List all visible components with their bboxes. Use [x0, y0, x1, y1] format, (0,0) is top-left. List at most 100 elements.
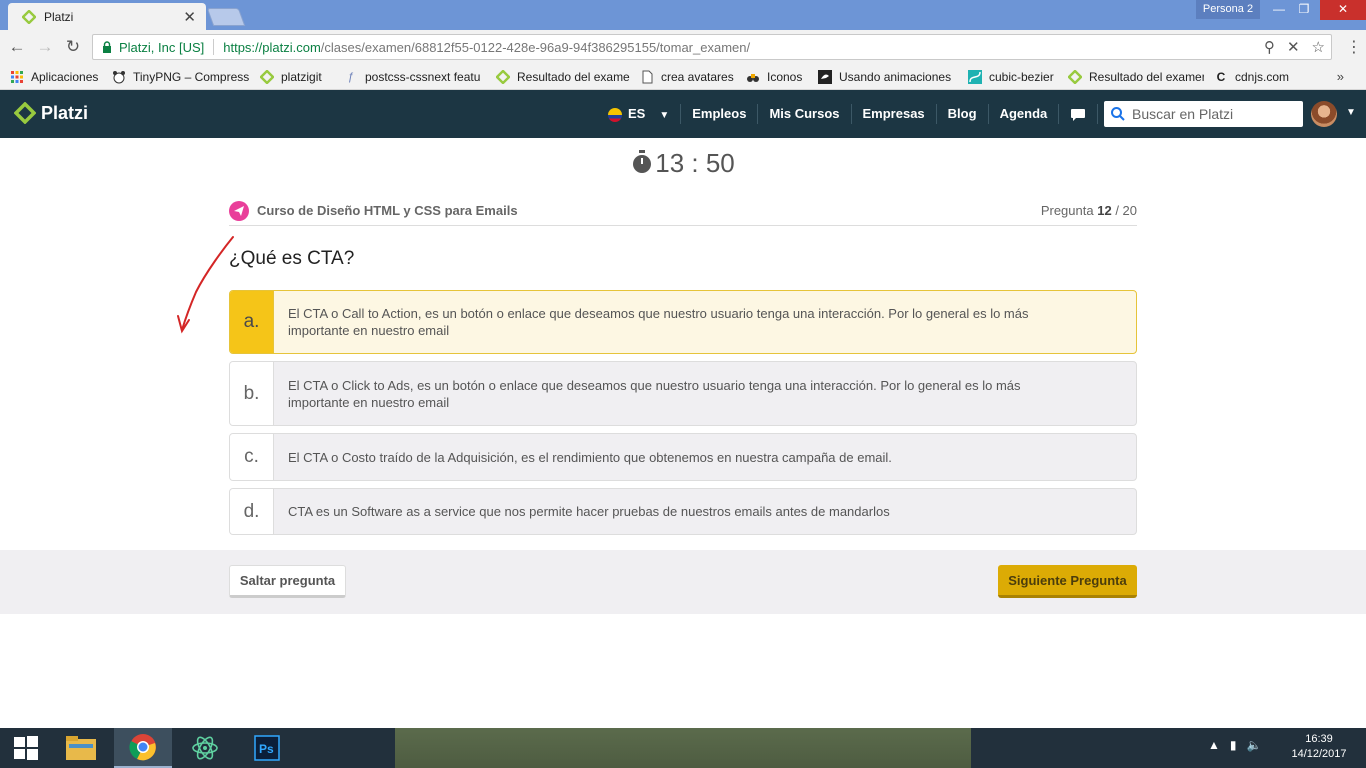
maximize-icon[interactable]: ❐: [1287, 0, 1321, 20]
search-placeholder: Buscar en Platzi: [1132, 106, 1234, 122]
volume-icon[interactable]: 🔈: [1247, 738, 1262, 752]
reload-icon[interactable]: ↻: [62, 36, 84, 58]
bookmark-label: Resultado del examen: [1089, 69, 1204, 84]
profile-button[interactable]: Persona 2: [1196, 0, 1260, 19]
next-question-button[interactable]: Siguiente Pregunta: [998, 565, 1137, 598]
stopwatch-icon: [633, 150, 652, 173]
close-window-icon[interactable]: ✕: [1320, 0, 1366, 20]
nav-empresas[interactable]: Empresas: [852, 104, 937, 124]
question-counter: Pregunta 12 / 20: [1041, 203, 1137, 218]
bookmark-cubic-bezier[interactable]: cubic-bezier: [968, 69, 1058, 84]
battery-icon[interactable]: ▮: [1230, 738, 1237, 752]
option-letter: a.: [230, 291, 274, 353]
option-letter: c.: [230, 434, 274, 480]
platzi-icon: [1068, 69, 1082, 84]
atom-icon: [192, 736, 218, 760]
nav-empleos[interactable]: Empleos: [681, 104, 759, 124]
avatar[interactable]: [1311, 101, 1337, 127]
course-name: Curso de Diseño HTML y CSS para Emails: [257, 203, 518, 218]
clock-time: 16:39: [1305, 733, 1333, 745]
bookmark-cdnjs[interactable]: C cdnjs.com: [1214, 70, 1304, 84]
platzi-icon: [496, 69, 510, 84]
back-icon[interactable]: ←: [6, 36, 28, 58]
address-bar[interactable]: Platzi, Inc [US] https://platzi.com /cla…: [92, 34, 1332, 60]
platzi-favicon-icon: [22, 9, 36, 24]
bookmark-label: postcss-cssnext featu: [365, 69, 481, 84]
search-box[interactable]: Buscar en Platzi: [1104, 101, 1303, 127]
platzi-logo-icon: [14, 102, 36, 124]
bookmark-label: Aplicaciones: [31, 69, 99, 84]
url-path: /clases/examen/68812f55-0122-428e-96a9-9…: [320, 39, 751, 55]
option-a[interactable]: a. El CTA o Call to Action, es un botón …: [229, 290, 1137, 354]
taskbar-atom[interactable]: [176, 728, 234, 768]
more-bookmarks-icon[interactable]: »: [1337, 69, 1344, 84]
bookmark-resultado-1[interactable]: Resultado del examen: [496, 69, 630, 84]
start-button[interactable]: [0, 728, 52, 768]
question-total: / 20: [1115, 203, 1137, 218]
bookmark-avatares[interactable]: crea avatares: [640, 70, 736, 84]
bookmark-iconos[interactable]: Iconos: [746, 70, 808, 84]
nav-agenda[interactable]: Agenda: [989, 104, 1060, 124]
exam-timer: 13 : 50: [0, 148, 1366, 179]
bookmark-apps[interactable]: Aplicaciones: [10, 70, 102, 84]
option-b[interactable]: b. El CTA o Click to Ads, es un botón o …: [229, 361, 1137, 426]
option-text: El CTA o Click to Ads, es un botón o enl…: [288, 377, 1021, 410]
question-text: ¿Qué es CTA?: [229, 248, 355, 269]
forward-icon[interactable]: →: [34, 36, 56, 58]
bookmark-platzigit[interactable]: platzigit: [260, 69, 334, 84]
skip-question-button[interactable]: Saltar pregunta: [229, 565, 346, 598]
question-counter-prefix: Pregunta: [1040, 203, 1094, 218]
taskbar-clock[interactable]: 16:39 14/12/2017: [1284, 732, 1354, 762]
panda-icon: [113, 70, 125, 83]
question-current: 12: [1097, 203, 1112, 218]
colombia-flag-icon: [608, 107, 622, 122]
bookmark-label: Usando animaciones: [839, 69, 952, 84]
new-tab-button[interactable]: [206, 8, 246, 26]
course-bar: Curso de Diseño HTML y CSS para Emails P…: [229, 196, 1137, 226]
bookmark-tinypng[interactable]: TinyPNG – Compress: [112, 70, 250, 84]
zoom-search-icon[interactable]: ⚲: [1264, 38, 1275, 56]
search-icon: [1111, 107, 1125, 121]
folder-icon: [66, 736, 96, 760]
bookmark-resultado-2[interactable]: Resultado del examen: [1068, 69, 1204, 84]
chat-bubble-icon: [1071, 108, 1086, 121]
omnibox-divider: [213, 39, 215, 55]
taskbar-file-explorer[interactable]: [52, 728, 110, 768]
bird-icon: [818, 69, 832, 84]
exam-footer: [0, 550, 1366, 614]
close-tab-icon[interactable]: ✕: [183, 8, 196, 26]
taskbar-photoshop[interactable]: Ps: [238, 728, 296, 768]
bookmark-label: cdnjs.com: [1235, 69, 1290, 84]
clock-date: 14/12/2017: [1291, 748, 1347, 760]
course-badge-icon: [229, 200, 249, 221]
chevron-down-icon: ▼: [659, 110, 670, 121]
platzi-logo[interactable]: Platzi: [14, 102, 88, 124]
bookmark-label: Iconos: [767, 69, 803, 84]
chevron-down-icon[interactable]: ▼: [1346, 107, 1356, 118]
chrome-icon: [129, 734, 156, 761]
browser-menu-icon[interactable]: ⋮: [1346, 37, 1362, 57]
option-text: El CTA o Costo traído de la Adquisición,…: [288, 449, 892, 465]
header-nav: ES ▼ Empleos Mis Cursos Empresas Blog Age…: [597, 90, 1134, 138]
nav-blog[interactable]: Blog: [937, 104, 989, 124]
system-tray: ▲ ▮ 🔈: [1208, 738, 1261, 752]
svg-text:Ps: Ps: [259, 742, 274, 756]
bookmark-label: crea avatares: [661, 69, 734, 84]
show-hidden-icons-icon[interactable]: ▲: [1208, 738, 1220, 752]
logo-text: Platzi: [41, 102, 89, 123]
clear-x-icon[interactable]: ✕: [1287, 38, 1300, 56]
bookmark-postcss[interactable]: ƒ postcss-cssnext featu: [344, 70, 486, 84]
option-d[interactable]: d. CTA es un Software as a service que n…: [229, 488, 1137, 535]
nav-mis-cursos[interactable]: Mis Cursos: [758, 104, 852, 124]
secure-origin-label: Platzi, Inc [US]: [119, 39, 205, 55]
bookmark-star-icon[interactable]: ☆: [1312, 38, 1325, 56]
bookmark-animaciones[interactable]: Usando animaciones: [818, 69, 958, 84]
messages-button[interactable]: [1059, 104, 1099, 124]
bezier-icon: [968, 69, 982, 84]
taskbar-chrome[interactable]: [114, 728, 172, 768]
language-selector[interactable]: ES ▼: [597, 104, 682, 124]
option-c[interactable]: c. El CTA o Costo traído de la Adquisici…: [229, 433, 1137, 481]
bookmark-label: TinyPNG – Compress: [133, 69, 250, 84]
tab-platzi[interactable]: Platzi ✕: [8, 3, 206, 30]
option-letter: b.: [230, 362, 274, 425]
